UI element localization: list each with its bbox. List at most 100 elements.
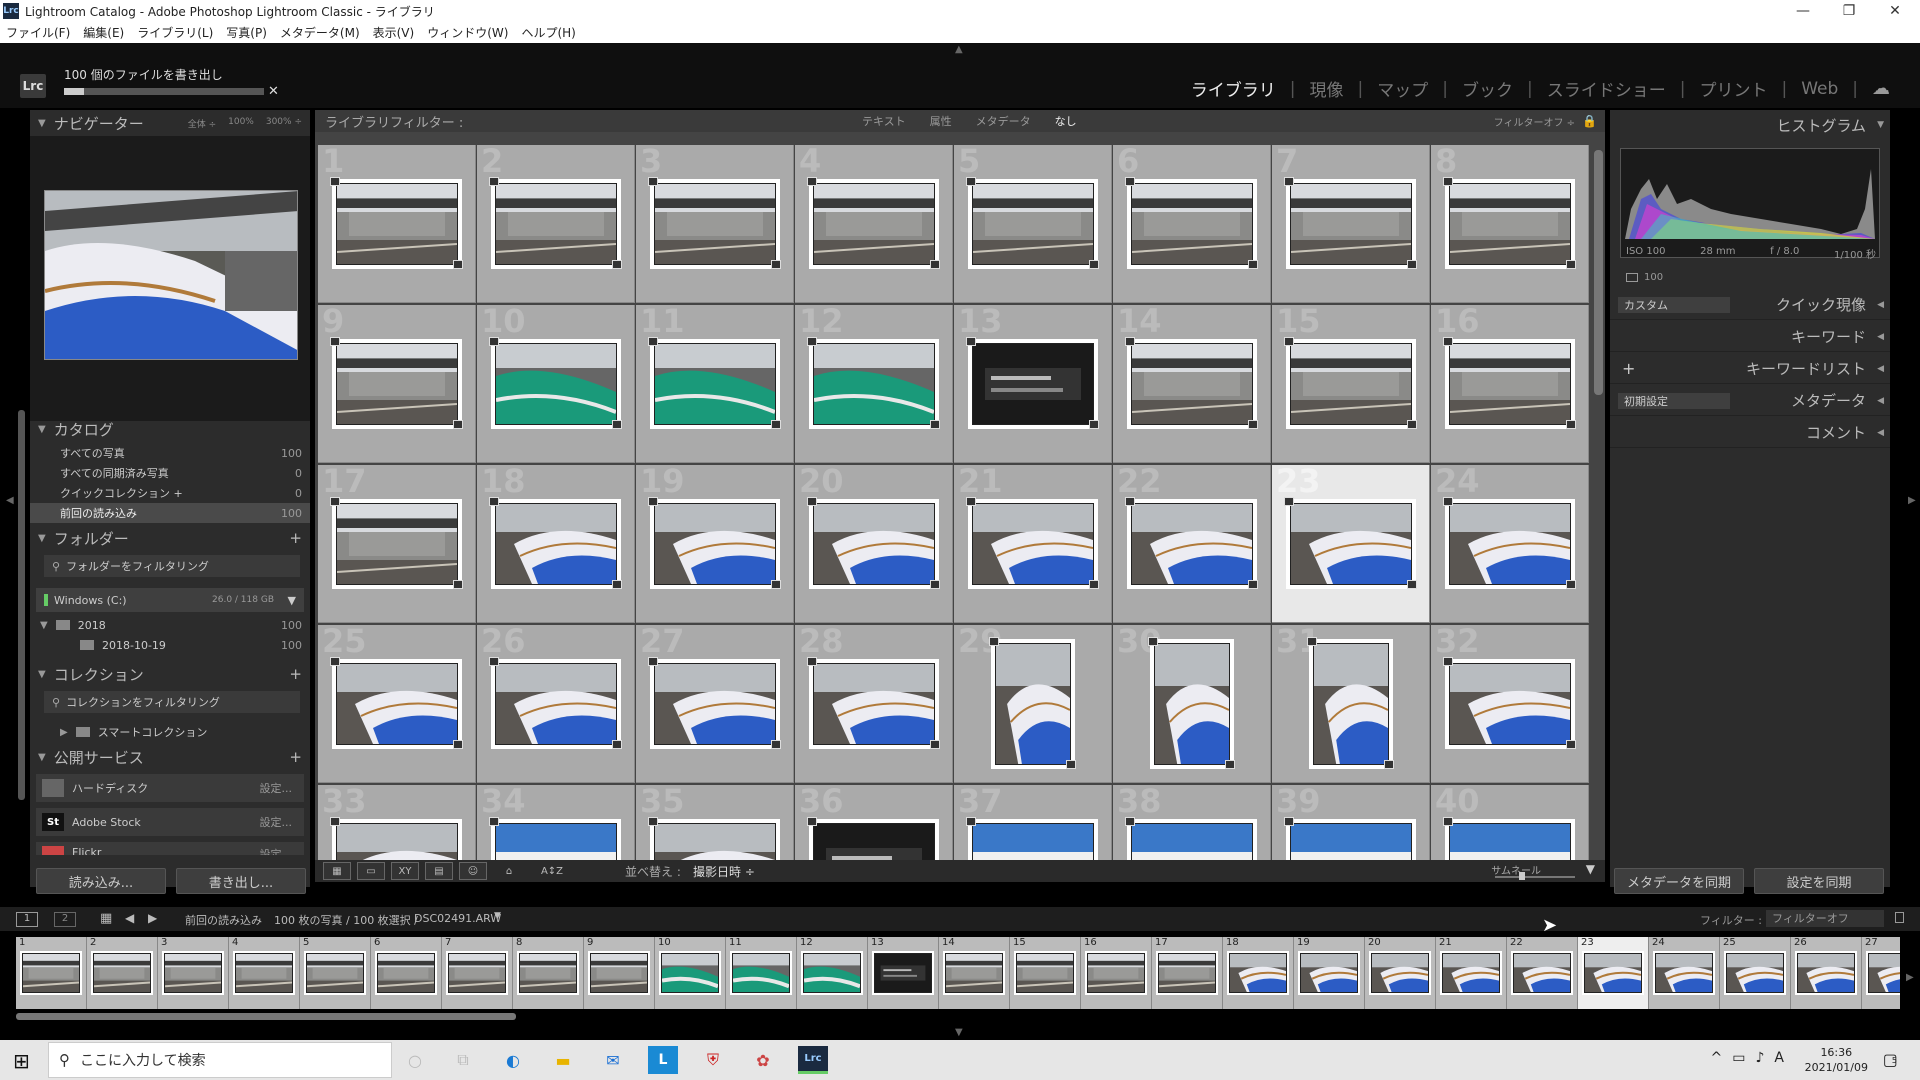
- metadata-badge-icon[interactable]: [989, 637, 999, 646]
- grid-scrollbar[interactable]: [1594, 150, 1603, 395]
- metadata-badge-icon[interactable]: [966, 817, 976, 826]
- metadata-badge-icon[interactable]: [330, 337, 340, 346]
- module-map[interactable]: マップ: [1363, 76, 1442, 101]
- grid-cell[interactable]: 5: [954, 145, 1112, 303]
- thumbnail-size-slider[interactable]: [1495, 876, 1575, 878]
- filmstrip-thumbnail[interactable]: [1371, 953, 1429, 993]
- develop-badge-icon[interactable]: [612, 420, 622, 429]
- photo-thumbnail[interactable]: [813, 663, 935, 745]
- metadata-badge-icon[interactable]: [648, 497, 658, 506]
- metadata-badge-icon[interactable]: [1284, 177, 1294, 186]
- tray-expand-icon[interactable]: ^: [1711, 1050, 1723, 1066]
- network-icon[interactable]: ▭: [1732, 1050, 1745, 1066]
- filmstrip-thumbnail[interactable]: [93, 953, 151, 993]
- left-panel-scrollbar[interactable]: [18, 410, 25, 800]
- grid-cell[interactable]: 26: [477, 625, 635, 783]
- catalog-item-all-photos[interactable]: すべての写真 100: [30, 443, 310, 463]
- cortana-icon[interactable]: ○: [400, 1046, 430, 1074]
- filter-tab-attribute[interactable]: 属性: [918, 113, 964, 129]
- filmstrip-thumbnail[interactable]: [235, 953, 293, 993]
- photo-thumbnail[interactable]: [336, 503, 458, 585]
- sort-direction-icon[interactable]: A↕Z: [535, 862, 569, 880]
- filmstrip-cell[interactable]: 22: [1507, 937, 1578, 1009]
- grid-cell[interactable]: 22: [1113, 465, 1271, 623]
- volume-icon[interactable]: ♪: [1755, 1050, 1764, 1066]
- photo-thumbnail[interactable]: [813, 183, 935, 265]
- maximize-icon[interactable]: ❐: [1826, 0, 1872, 22]
- grid-cell[interactable]: 31: [1272, 625, 1430, 783]
- menu-help[interactable]: ヘルプ(H): [521, 24, 575, 41]
- grid-cell[interactable]: 1: [318, 145, 476, 303]
- metadata-badge-icon[interactable]: [807, 497, 817, 506]
- photo-thumbnail[interactable]: [813, 343, 935, 425]
- add-collection-icon[interactable]: +: [289, 665, 302, 683]
- original-photo-indicator[interactable]: 100: [1626, 272, 1663, 283]
- menu-edit[interactable]: 編集(E): [83, 24, 124, 41]
- menu-photo[interactable]: 写真(P): [226, 24, 267, 41]
- photo-thumbnail[interactable]: [1313, 643, 1389, 765]
- develop-badge-icon[interactable]: [930, 420, 940, 429]
- develop-badge-icon[interactable]: [453, 580, 463, 589]
- metadata-badge-icon[interactable]: [1443, 337, 1453, 346]
- filmstrip-cell[interactable]: 2: [87, 937, 158, 1009]
- grid-cell[interactable]: 21: [954, 465, 1112, 623]
- metadata-badge-icon[interactable]: [1443, 657, 1453, 666]
- survey-view-icon[interactable]: ▤: [425, 862, 453, 880]
- filmstrip-cell[interactable]: 19: [1294, 937, 1365, 1009]
- develop-badge-icon[interactable]: [1225, 760, 1235, 769]
- develop-badge-icon[interactable]: [1248, 580, 1258, 589]
- photo-thumbnail[interactable]: [654, 503, 776, 585]
- filmstrip-cell[interactable]: 6: [371, 937, 442, 1009]
- filmstrip-cell[interactable]: 26: [1791, 937, 1862, 1009]
- metadata-badge-icon[interactable]: [330, 497, 340, 506]
- develop-badge-icon[interactable]: [1066, 760, 1076, 769]
- histogram-header[interactable]: ヒストグラム ▼: [1610, 110, 1890, 140]
- metadata-badge-icon[interactable]: [1284, 497, 1294, 506]
- filmstrip-cell[interactable]: 14: [939, 937, 1010, 1009]
- metadata-badge-icon[interactable]: [489, 817, 499, 826]
- module-print[interactable]: プリント: [1685, 76, 1781, 101]
- photo-thumbnail[interactable]: [1449, 503, 1571, 585]
- filmstrip-toggle-icon[interactable]: ▼: [955, 1027, 963, 1038]
- photo-thumbnail[interactable]: [972, 823, 1094, 860]
- metadata-badge-icon[interactable]: [330, 657, 340, 666]
- ime-indicator[interactable]: A: [1774, 1050, 1784, 1066]
- metadata-badge-icon[interactable]: [966, 337, 976, 346]
- grid-cell[interactable]: 19: [636, 465, 794, 623]
- toolbar-options-icon[interactable]: ▼: [1586, 862, 1595, 876]
- photo-thumbnail[interactable]: [1449, 343, 1571, 425]
- folder-filter-input[interactable]: ⚲ フォルダーをフィルタリング: [44, 555, 300, 577]
- develop-badge-icon[interactable]: [771, 580, 781, 589]
- develop-badge-icon[interactable]: [1566, 580, 1576, 589]
- filmstrip-cell[interactable]: 13: [868, 937, 939, 1009]
- cloud-icon[interactable]: ☁: [1858, 78, 1890, 99]
- volume-menu-icon[interactable]: ▼: [288, 594, 296, 607]
- grid-cell[interactable]: 32: [1431, 625, 1589, 783]
- photo-thumbnail[interactable]: [1449, 183, 1571, 265]
- filmstrip-cell[interactable]: 21: [1436, 937, 1507, 1009]
- grid-cell[interactable]: 40: [1431, 785, 1589, 860]
- filmstrip-thumbnail[interactable]: [377, 953, 435, 993]
- metadata-badge-icon[interactable]: [1284, 337, 1294, 346]
- photo-thumbnail[interactable]: [1290, 823, 1412, 860]
- metadata-badge-icon[interactable]: [807, 337, 817, 346]
- filmstrip-cell[interactable]: 12: [797, 937, 868, 1009]
- collapse-triangle-icon[interactable]: ▼: [38, 118, 46, 129]
- collapse-triangle-icon[interactable]: ▼: [38, 752, 46, 763]
- photo-thumbnail[interactable]: [1449, 823, 1571, 860]
- filmstrip-thumbnail[interactable]: [661, 953, 719, 993]
- photo-thumbnail[interactable]: [1449, 663, 1571, 745]
- develop-badge-icon[interactable]: [1248, 420, 1258, 429]
- metadata-badge-icon[interactable]: [648, 817, 658, 826]
- minimize-icon[interactable]: —: [1780, 0, 1826, 22]
- metadata-badge-icon[interactable]: [807, 817, 817, 826]
- develop-badge-icon[interactable]: [1407, 580, 1417, 589]
- catalog-item-previous-import[interactable]: 前回の読み込み 100: [30, 503, 310, 523]
- comments-header[interactable]: コメント ◀: [1610, 418, 1890, 448]
- module-develop[interactable]: 現像: [1296, 76, 1358, 101]
- metadata-badge-icon[interactable]: [1125, 177, 1135, 186]
- filmstrip-thumbnail[interactable]: [803, 953, 861, 993]
- filmstrip-cell[interactable]: 11: [726, 937, 797, 1009]
- filmstrip-thumbnail[interactable]: [732, 953, 790, 993]
- grid-cell[interactable]: 37: [954, 785, 1112, 860]
